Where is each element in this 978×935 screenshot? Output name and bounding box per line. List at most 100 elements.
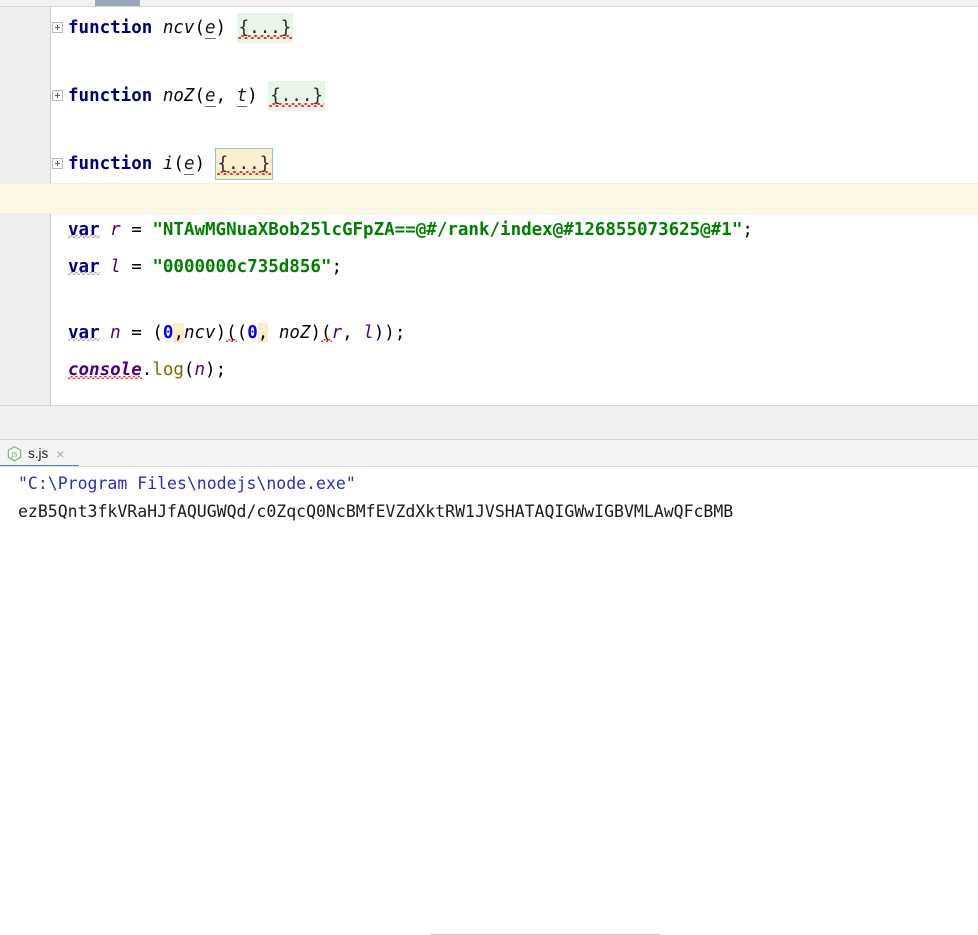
nodejs-icon: JS (7, 445, 22, 462)
code-editor[interactable]: function ncv(e) {...} function noZ(e, t) … (0, 7, 978, 405)
code-token: function (68, 154, 153, 174)
string-literal: "0000000c735d856" (152, 257, 332, 277)
folded-code-placeholder[interactable]: {...} (214, 148, 274, 180)
error-squiggle-icon (269, 103, 324, 107)
fold-expand-icon[interactable] (52, 158, 63, 169)
string-literal: "NTAwMGNuaXBob25lcGFpZA==@#/rank/index@#… (152, 220, 743, 240)
operator-assign: = (131, 257, 142, 277)
console-tab-label: s.js (28, 446, 49, 461)
fold-expand-icon[interactable] (52, 22, 63, 33)
fold-expand-icon[interactable] (52, 90, 63, 101)
code-token: noZ (278, 323, 311, 343)
code-token: ; (215, 360, 227, 380)
code-token: ) (215, 323, 227, 343)
panel-splitter[interactable] (0, 405, 978, 440)
variable-name: r (110, 220, 121, 240)
code-token: ( (152, 323, 163, 343)
code-line[interactable]: function ncv(e) {...} (68, 13, 294, 43)
semicolon: ; (742, 220, 753, 240)
close-icon[interactable]: × (56, 447, 64, 461)
code-token: , (342, 323, 364, 343)
run-console-panel[interactable]: JS s.js × "C:\Program Files\nodejs\node.… (0, 440, 978, 935)
code-content[interactable]: function ncv(e) {...} function noZ(e, t) … (0, 7, 978, 405)
console-output[interactable]: "C:\Program Files\nodejs\node.exe" ezB5Qn… (0, 467, 978, 567)
error-squiggle-icon (216, 171, 272, 175)
code-token: ( (236, 323, 248, 343)
code-token: l (363, 323, 374, 343)
code-token: . (141, 360, 153, 380)
code-token: ncv (183, 323, 216, 343)
code-token: t (236, 86, 248, 107)
code-token: ( (173, 154, 184, 174)
console-object: console (68, 360, 142, 380)
code-token: r (331, 323, 343, 343)
operator-assign: = (131, 220, 142, 240)
code-token: 0 (162, 323, 174, 343)
code-token: ) (247, 86, 258, 106)
semicolon: ; (331, 257, 343, 277)
code-token: ( (321, 323, 332, 343)
log-method: log (152, 360, 184, 380)
folded-code-placeholder[interactable]: {...} (236, 13, 294, 43)
code-token: ) (310, 323, 322, 343)
code-token: , (257, 323, 269, 343)
folded-code-placeholder[interactable]: {...} (268, 81, 325, 111)
code-token: 0 (247, 323, 258, 343)
code-token: ) (215, 18, 227, 38)
code-token: ( (194, 86, 205, 106)
code-line-console-log[interactable]: console.log(n); (68, 355, 226, 385)
keyword-var: var (68, 220, 100, 240)
code-token: e (205, 18, 216, 39)
variable-name: l (110, 257, 121, 277)
code-token: )) (373, 323, 395, 343)
keyword-var: var (68, 257, 100, 277)
code-token: function (68, 86, 153, 106)
console-tab-bar[interactable]: JS s.js × (0, 440, 978, 467)
code-line-var-r[interactable]: var r = "NTAwMGNuaXBob25lcGFpZA==@#/rank… (68, 215, 753, 245)
code-token: , (215, 86, 237, 106)
code-token: ) (205, 360, 216, 380)
code-token: ncv (162, 18, 195, 38)
variable-name: n (110, 323, 121, 343)
code-token: ; (394, 323, 406, 343)
error-squiggle-icon (237, 35, 293, 39)
code-token: function (68, 18, 153, 38)
code-token: , (173, 323, 184, 343)
code-token: ) (194, 154, 206, 174)
operator-assign: = (131, 323, 142, 343)
console-output-line[interactable]: "C:\Program Files\nodejs\node.exe" (18, 471, 356, 497)
code-token: ( (226, 323, 237, 343)
code-token: noZ (162, 86, 195, 106)
code-token: ( (183, 360, 195, 380)
code-line[interactable]: function i(e) {...} (68, 148, 274, 180)
keyword-var: var (68, 323, 100, 343)
svg-text:JS: JS (10, 450, 17, 458)
splitter-top-border (0, 405, 978, 406)
console-tab-s-js[interactable]: JS s.js × (0, 440, 79, 467)
code-token: e (205, 86, 216, 107)
code-token: i (162, 154, 174, 174)
code-line-var-l[interactable]: var l = "0000000c735d856"; (68, 252, 342, 282)
horizontal-scrollbar[interactable] (0, 0, 978, 7)
code-token: e (183, 154, 195, 175)
code-line-var-n[interactable]: var n = (0,ncv)((0, noZ)(r, l)); (68, 318, 405, 348)
code-line[interactable]: function noZ(e, t) {...} (68, 81, 325, 111)
console-output-line[interactable]: ezB5Qnt3fkVRaHJfAQUGWQd/c0ZqcQ0NcBMfEVZd… (18, 499, 733, 525)
ide-window: function ncv(e) {...} function noZ(e, t) … (0, 0, 978, 935)
